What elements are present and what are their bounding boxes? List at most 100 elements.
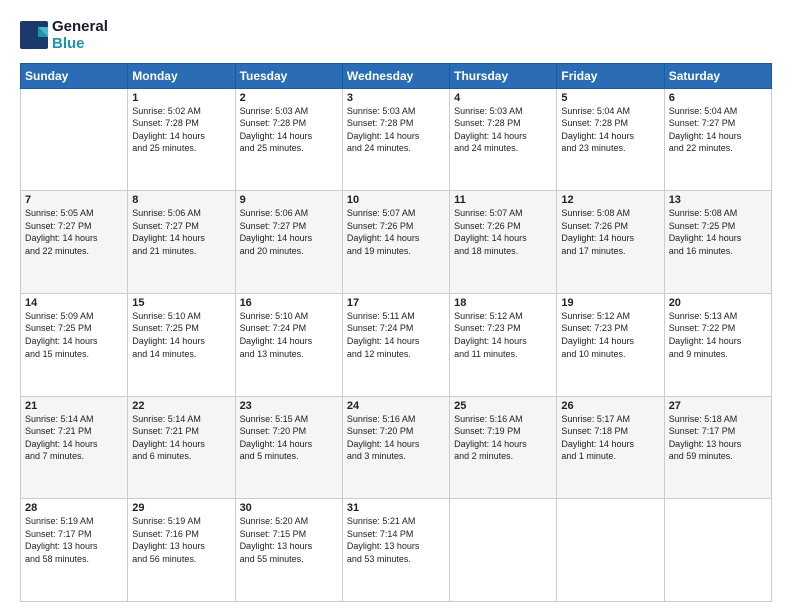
day-number: 7	[25, 194, 123, 206]
calendar-table: SundayMondayTuesdayWednesdayThursdayFrid…	[20, 63, 772, 603]
day-number: 9	[240, 194, 338, 206]
header: General Blue	[20, 18, 772, 53]
day-info: Sunrise: 5:18 AM Sunset: 7:17 PM Dayligh…	[669, 413, 767, 463]
weekday-header-wednesday: Wednesday	[342, 63, 449, 88]
calendar-cell: 26Sunrise: 5:17 AM Sunset: 7:18 PM Dayli…	[557, 396, 664, 499]
day-info: Sunrise: 5:05 AM Sunset: 7:27 PM Dayligh…	[25, 207, 123, 257]
logo: General Blue	[20, 18, 108, 53]
day-number: 25	[454, 400, 552, 412]
calendar-cell: 17Sunrise: 5:11 AM Sunset: 7:24 PM Dayli…	[342, 293, 449, 396]
calendar-cell: 29Sunrise: 5:19 AM Sunset: 7:16 PM Dayli…	[128, 499, 235, 602]
day-info: Sunrise: 5:19 AM Sunset: 7:17 PM Dayligh…	[25, 515, 123, 565]
day-number: 15	[132, 297, 230, 309]
logo-text: General Blue	[52, 18, 108, 53]
day-info: Sunrise: 5:13 AM Sunset: 7:22 PM Dayligh…	[669, 310, 767, 360]
page: General Blue SundayMondayTuesdayWednesda…	[0, 0, 792, 612]
day-number: 1	[132, 92, 230, 104]
day-number: 10	[347, 194, 445, 206]
calendar-cell: 3Sunrise: 5:03 AM Sunset: 7:28 PM Daylig…	[342, 88, 449, 191]
calendar-cell: 24Sunrise: 5:16 AM Sunset: 7:20 PM Dayli…	[342, 396, 449, 499]
calendar-cell: 1Sunrise: 5:02 AM Sunset: 7:28 PM Daylig…	[128, 88, 235, 191]
weekday-header-friday: Friday	[557, 63, 664, 88]
day-number: 5	[561, 92, 659, 104]
day-info: Sunrise: 5:21 AM Sunset: 7:14 PM Dayligh…	[347, 515, 445, 565]
calendar-cell: 10Sunrise: 5:07 AM Sunset: 7:26 PM Dayli…	[342, 191, 449, 294]
day-info: Sunrise: 5:12 AM Sunset: 7:23 PM Dayligh…	[561, 310, 659, 360]
day-number: 17	[347, 297, 445, 309]
calendar-cell: 30Sunrise: 5:20 AM Sunset: 7:15 PM Dayli…	[235, 499, 342, 602]
calendar-cell	[21, 88, 128, 191]
day-number: 8	[132, 194, 230, 206]
day-number: 31	[347, 502, 445, 514]
day-info: Sunrise: 5:04 AM Sunset: 7:28 PM Dayligh…	[561, 105, 659, 155]
weekday-header-saturday: Saturday	[664, 63, 771, 88]
day-info: Sunrise: 5:16 AM Sunset: 7:19 PM Dayligh…	[454, 413, 552, 463]
day-info: Sunrise: 5:08 AM Sunset: 7:26 PM Dayligh…	[561, 207, 659, 257]
calendar-cell: 16Sunrise: 5:10 AM Sunset: 7:24 PM Dayli…	[235, 293, 342, 396]
day-info: Sunrise: 5:02 AM Sunset: 7:28 PM Dayligh…	[132, 105, 230, 155]
calendar-cell: 12Sunrise: 5:08 AM Sunset: 7:26 PM Dayli…	[557, 191, 664, 294]
day-info: Sunrise: 5:20 AM Sunset: 7:15 PM Dayligh…	[240, 515, 338, 565]
day-info: Sunrise: 5:03 AM Sunset: 7:28 PM Dayligh…	[347, 105, 445, 155]
calendar-cell: 8Sunrise: 5:06 AM Sunset: 7:27 PM Daylig…	[128, 191, 235, 294]
day-info: Sunrise: 5:17 AM Sunset: 7:18 PM Dayligh…	[561, 413, 659, 463]
day-info: Sunrise: 5:06 AM Sunset: 7:27 PM Dayligh…	[240, 207, 338, 257]
day-info: Sunrise: 5:15 AM Sunset: 7:20 PM Dayligh…	[240, 413, 338, 463]
calendar-cell: 28Sunrise: 5:19 AM Sunset: 7:17 PM Dayli…	[21, 499, 128, 602]
calendar-cell: 19Sunrise: 5:12 AM Sunset: 7:23 PM Dayli…	[557, 293, 664, 396]
calendar-cell: 5Sunrise: 5:04 AM Sunset: 7:28 PM Daylig…	[557, 88, 664, 191]
day-number: 18	[454, 297, 552, 309]
day-number: 23	[240, 400, 338, 412]
calendar-week-3: 14Sunrise: 5:09 AM Sunset: 7:25 PM Dayli…	[21, 293, 772, 396]
weekday-header-row: SundayMondayTuesdayWednesdayThursdayFrid…	[21, 63, 772, 88]
calendar-cell: 21Sunrise: 5:14 AM Sunset: 7:21 PM Dayli…	[21, 396, 128, 499]
calendar-cell: 6Sunrise: 5:04 AM Sunset: 7:27 PM Daylig…	[664, 88, 771, 191]
day-info: Sunrise: 5:07 AM Sunset: 7:26 PM Dayligh…	[347, 207, 445, 257]
calendar-week-5: 28Sunrise: 5:19 AM Sunset: 7:17 PM Dayli…	[21, 499, 772, 602]
day-number: 22	[132, 400, 230, 412]
calendar-cell: 23Sunrise: 5:15 AM Sunset: 7:20 PM Dayli…	[235, 396, 342, 499]
day-number: 28	[25, 502, 123, 514]
calendar-cell: 11Sunrise: 5:07 AM Sunset: 7:26 PM Dayli…	[450, 191, 557, 294]
day-info: Sunrise: 5:16 AM Sunset: 7:20 PM Dayligh…	[347, 413, 445, 463]
calendar-cell: 14Sunrise: 5:09 AM Sunset: 7:25 PM Dayli…	[21, 293, 128, 396]
calendar-cell	[450, 499, 557, 602]
calendar-week-4: 21Sunrise: 5:14 AM Sunset: 7:21 PM Dayli…	[21, 396, 772, 499]
day-number: 16	[240, 297, 338, 309]
calendar-cell: 20Sunrise: 5:13 AM Sunset: 7:22 PM Dayli…	[664, 293, 771, 396]
calendar-cell: 9Sunrise: 5:06 AM Sunset: 7:27 PM Daylig…	[235, 191, 342, 294]
day-info: Sunrise: 5:10 AM Sunset: 7:24 PM Dayligh…	[240, 310, 338, 360]
day-info: Sunrise: 5:09 AM Sunset: 7:25 PM Dayligh…	[25, 310, 123, 360]
day-number: 13	[669, 194, 767, 206]
day-number: 19	[561, 297, 659, 309]
day-number: 2	[240, 92, 338, 104]
day-info: Sunrise: 5:04 AM Sunset: 7:27 PM Dayligh…	[669, 105, 767, 155]
calendar-cell	[557, 499, 664, 602]
day-info: Sunrise: 5:12 AM Sunset: 7:23 PM Dayligh…	[454, 310, 552, 360]
calendar-cell	[664, 499, 771, 602]
day-number: 20	[669, 297, 767, 309]
day-info: Sunrise: 5:14 AM Sunset: 7:21 PM Dayligh…	[25, 413, 123, 463]
day-info: Sunrise: 5:08 AM Sunset: 7:25 PM Dayligh…	[669, 207, 767, 257]
calendar-cell: 31Sunrise: 5:21 AM Sunset: 7:14 PM Dayli…	[342, 499, 449, 602]
day-number: 3	[347, 92, 445, 104]
calendar-cell: 18Sunrise: 5:12 AM Sunset: 7:23 PM Dayli…	[450, 293, 557, 396]
calendar-cell: 27Sunrise: 5:18 AM Sunset: 7:17 PM Dayli…	[664, 396, 771, 499]
day-number: 26	[561, 400, 659, 412]
day-info: Sunrise: 5:06 AM Sunset: 7:27 PM Dayligh…	[132, 207, 230, 257]
calendar-cell: 2Sunrise: 5:03 AM Sunset: 7:28 PM Daylig…	[235, 88, 342, 191]
day-info: Sunrise: 5:10 AM Sunset: 7:25 PM Dayligh…	[132, 310, 230, 360]
calendar-cell: 13Sunrise: 5:08 AM Sunset: 7:25 PM Dayli…	[664, 191, 771, 294]
calendar-cell: 15Sunrise: 5:10 AM Sunset: 7:25 PM Dayli…	[128, 293, 235, 396]
calendar-cell: 7Sunrise: 5:05 AM Sunset: 7:27 PM Daylig…	[21, 191, 128, 294]
weekday-header-sunday: Sunday	[21, 63, 128, 88]
day-number: 30	[240, 502, 338, 514]
day-number: 27	[669, 400, 767, 412]
day-number: 6	[669, 92, 767, 104]
day-number: 12	[561, 194, 659, 206]
day-number: 29	[132, 502, 230, 514]
logo-icon	[20, 21, 48, 49]
calendar-cell: 25Sunrise: 5:16 AM Sunset: 7:19 PM Dayli…	[450, 396, 557, 499]
day-number: 21	[25, 400, 123, 412]
calendar-week-1: 1Sunrise: 5:02 AM Sunset: 7:28 PM Daylig…	[21, 88, 772, 191]
